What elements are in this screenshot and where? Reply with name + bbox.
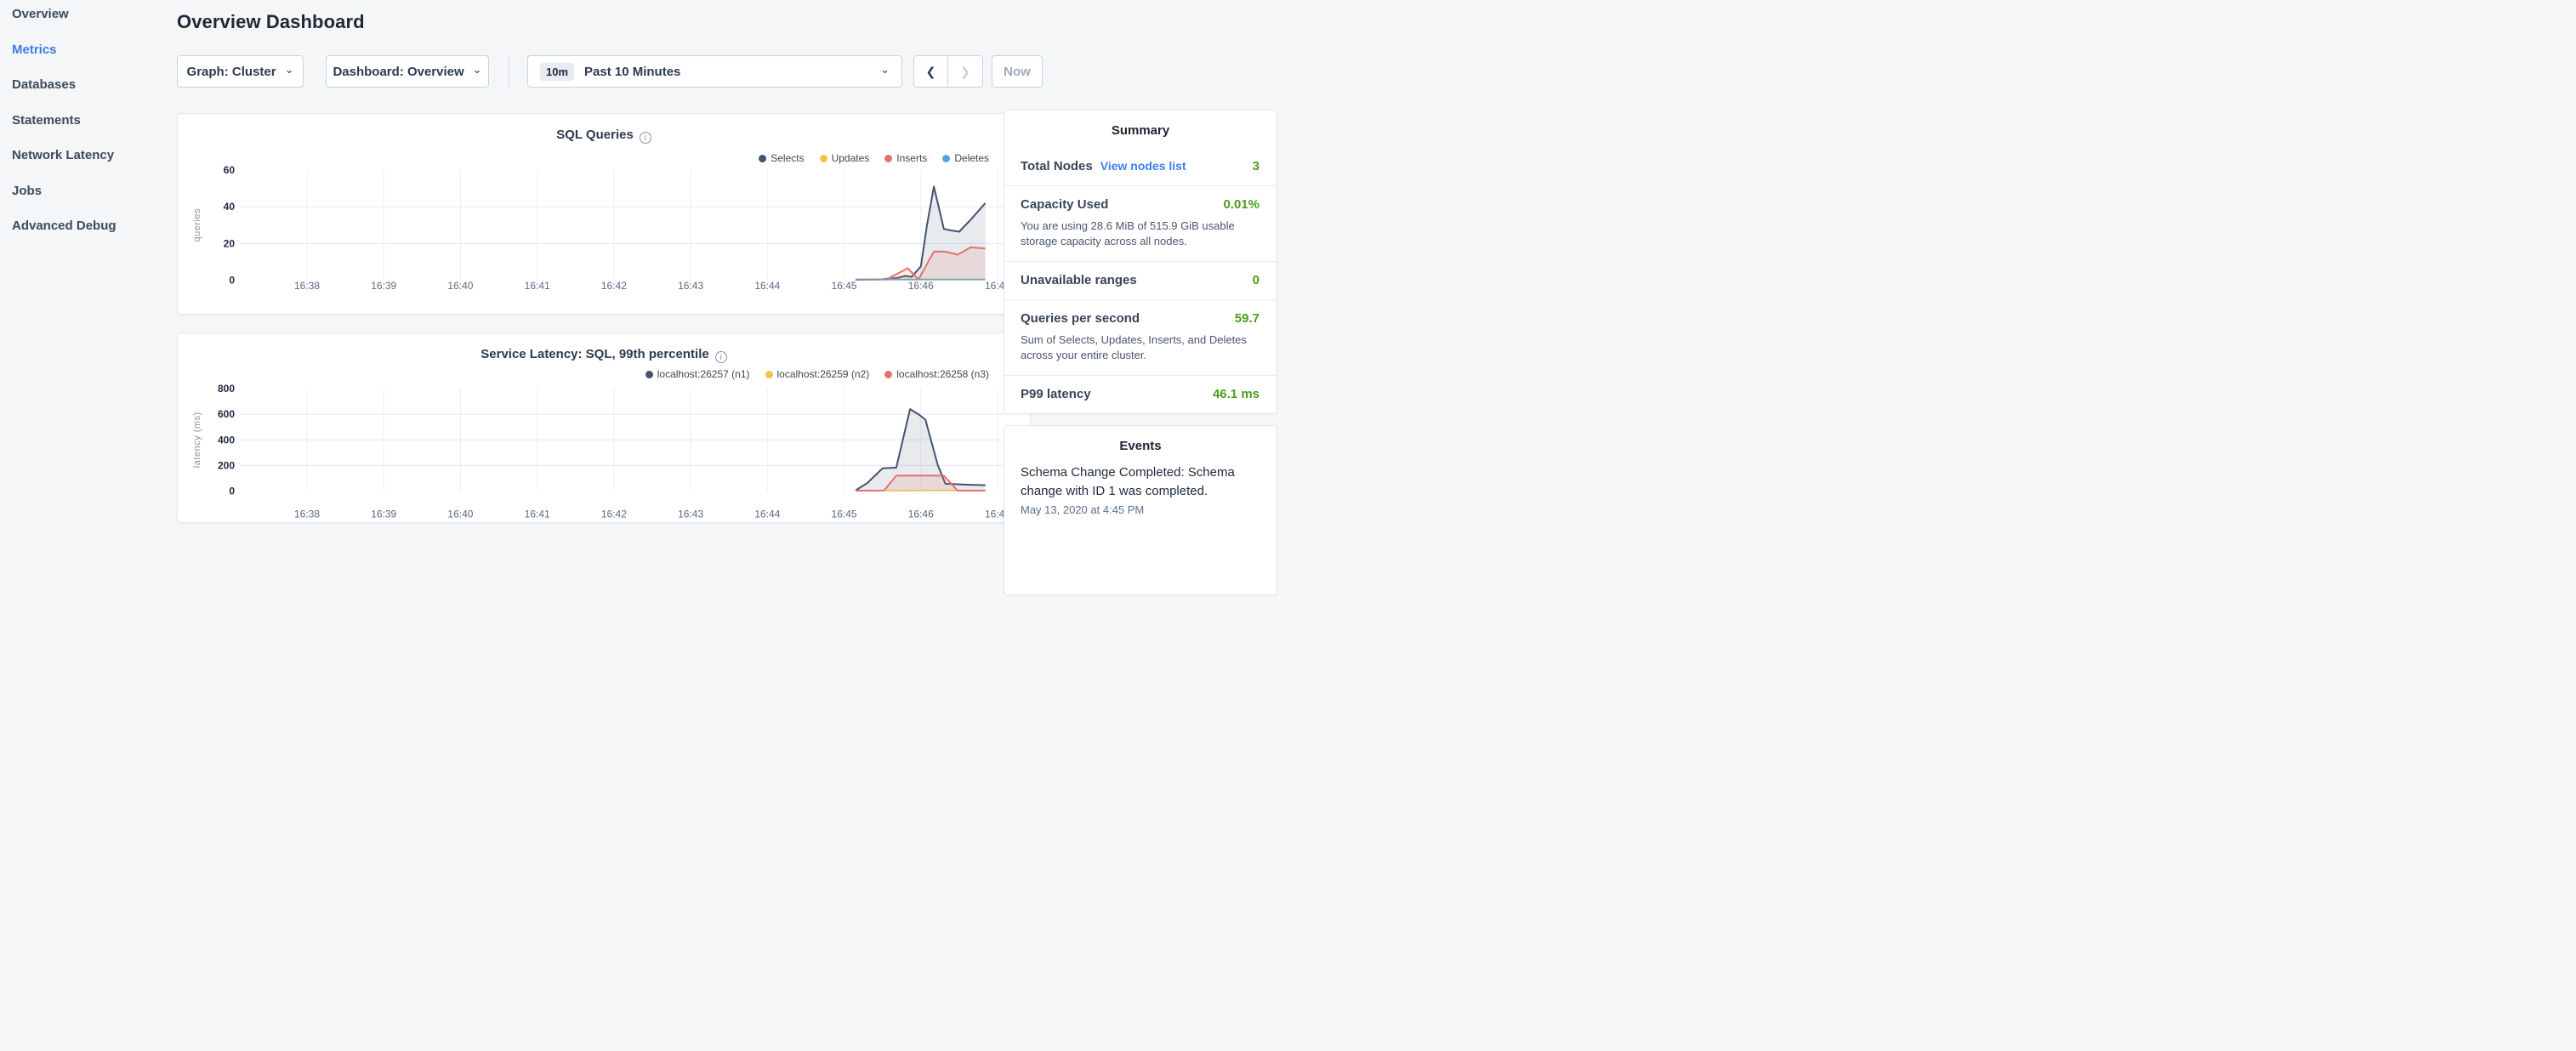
graph-dropdown-label: Graph: Cluster xyxy=(187,65,276,79)
summary-row-queries-per-second: Queries per second 59.7 Sum of Selects, … xyxy=(1004,300,1277,376)
event-message: Schema Change Completed: Schema change w… xyxy=(1021,463,1260,501)
event-list-item[interactable]: Schema Change Completed: Schema change w… xyxy=(1004,453,1277,516)
service-latency-chart: 16:38 16:39 16:40 16:41 16:42 16:43 16:44 16:45… xyxy=(178,333,1032,524)
page-title: Overview Dashboard xyxy=(177,11,365,33)
sql-queries-chart: 16:38 16:39 16:40 16:41 16:42 16:43 16:44 16:45… xyxy=(178,114,1032,315)
y-tick-label: 800 xyxy=(218,383,235,395)
x-tick-label: 16:38 xyxy=(294,280,320,292)
summary-value: 59.7 xyxy=(1235,311,1260,326)
summary-description: Sum of Selects, Updates, Inserts, and De… xyxy=(1021,332,1260,363)
sidebar-item-network-latency[interactable]: Network Latency xyxy=(12,148,165,167)
summary-rows: Total Nodes View nodes list 3 Capacity U… xyxy=(1004,148,1277,413)
summary-label: P99 latency xyxy=(1021,387,1091,401)
x-tick-label: 16:39 xyxy=(371,280,396,292)
x-tick-label: 16:41 xyxy=(525,280,550,292)
summary-description: You are using 28.6 MiB of 515.9 GiB usab… xyxy=(1021,219,1260,249)
x-tick-label: 16:40 xyxy=(447,508,473,520)
sidebar-item-overview[interactable]: Overview xyxy=(12,7,165,26)
x-tick-label: 16:42 xyxy=(601,508,627,520)
now-button[interactable]: Now xyxy=(992,55,1043,88)
y-tick-label: 20 xyxy=(224,237,236,249)
view-nodes-list-link[interactable]: View nodes list xyxy=(1100,159,1186,173)
y-tick-label: 0 xyxy=(229,275,235,287)
x-tick-label: 16:41 xyxy=(525,508,550,520)
sidebar-item-jobs[interactable]: Jobs xyxy=(12,184,165,202)
events-title: Events xyxy=(1004,426,1277,453)
summary-label: Unavailable ranges xyxy=(1021,273,1137,287)
summary-row-unavailable-ranges: Unavailable ranges 0 xyxy=(1004,262,1277,300)
sidebar-item-statements[interactable]: Statements xyxy=(12,113,165,132)
previous-timespan-button[interactable]: ❮ xyxy=(914,56,948,87)
summary-value: 46.1 ms xyxy=(1213,387,1260,401)
sql-queries-chart-card: SQL Queriesi SelectsUpdatesInsertsDelete… xyxy=(177,113,1031,315)
summary-panel: Summary Total Nodes View nodes list 3 Ca… xyxy=(1004,110,1277,414)
summary-label: Queries per second xyxy=(1021,311,1140,326)
x-tick-label: 16:44 xyxy=(754,280,780,292)
x-tick-label: 16:45 xyxy=(832,508,857,520)
summary-value: 0.01% xyxy=(1223,197,1260,212)
summary-label: Total Nodes xyxy=(1021,159,1093,173)
x-tick-label: 16:39 xyxy=(371,508,396,520)
x-tick-label: 16:42 xyxy=(601,280,627,292)
summary-value: 3 xyxy=(1253,159,1260,173)
x-tick-label: 16:38 xyxy=(294,508,320,520)
x-tick-label: 16:46 xyxy=(908,508,934,520)
service-latency-chart-card: Service Latency: SQL, 99th percentilei l… xyxy=(177,332,1031,523)
time-step-buttons: ❮ ❯ xyxy=(913,55,983,88)
overview-dashboard-page: { "colors":{"accent_blue":"#3a7be8","lin… xyxy=(0,0,1288,526)
x-tick-label: 16:46 xyxy=(908,280,934,292)
x-tick-label: 16:43 xyxy=(678,508,703,520)
time-range-label: Past 10 Minutes xyxy=(584,65,870,79)
event-timestamp: May 13, 2020 at 4:45 PM xyxy=(1021,503,1260,516)
sidebar-nav: Overview Metrics Databases Statements Ne… xyxy=(12,7,165,254)
summary-value: 0 xyxy=(1253,273,1260,287)
x-tick-label: 16:44 xyxy=(754,508,780,520)
summary-row-total-nodes: Total Nodes View nodes list 3 xyxy=(1004,148,1277,186)
dashboard-dropdown[interactable]: Dashboard: Overview ⌄ xyxy=(326,55,489,88)
toolbar: Graph: Cluster ⌄ Dashboard: Overview ⌄ 1… xyxy=(0,55,1288,88)
x-tick-label: 16:43 xyxy=(678,280,703,292)
y-tick-label: 600 xyxy=(218,408,235,420)
time-range-picker[interactable]: 10m Past 10 Minutes ⌄ xyxy=(527,55,902,88)
summary-row-p99-latency: P99 latency 46.1 ms xyxy=(1004,376,1277,413)
y-tick-label: 200 xyxy=(218,459,235,471)
next-timespan-button[interactable]: ❯ xyxy=(948,56,982,87)
y-axis-unit-label: latency (ms) xyxy=(192,412,202,468)
summary-label: Capacity Used xyxy=(1021,197,1108,212)
dashboard-dropdown-label: Dashboard: Overview xyxy=(333,65,463,79)
y-axis-unit-label: queries xyxy=(192,208,202,242)
summary-row-capacity-used: Capacity Used 0.01% You are using 28.6 M… xyxy=(1004,186,1277,262)
time-range-badge: 10m xyxy=(540,63,574,81)
y-tick-label: 40 xyxy=(224,201,236,213)
x-tick-label: 16:40 xyxy=(447,280,473,292)
events-panel: Events Schema Change Completed: Schema c… xyxy=(1004,425,1277,595)
summary-title: Summary xyxy=(1004,111,1277,138)
y-tick-label: 400 xyxy=(218,434,235,446)
y-tick-label: 60 xyxy=(224,164,236,176)
sidebar-item-advanced-debug[interactable]: Advanced Debug xyxy=(12,219,165,237)
graph-dropdown[interactable]: Graph: Cluster ⌄ xyxy=(177,55,304,88)
x-tick-label: 16:45 xyxy=(832,280,857,292)
y-tick-label: 0 xyxy=(229,486,235,497)
